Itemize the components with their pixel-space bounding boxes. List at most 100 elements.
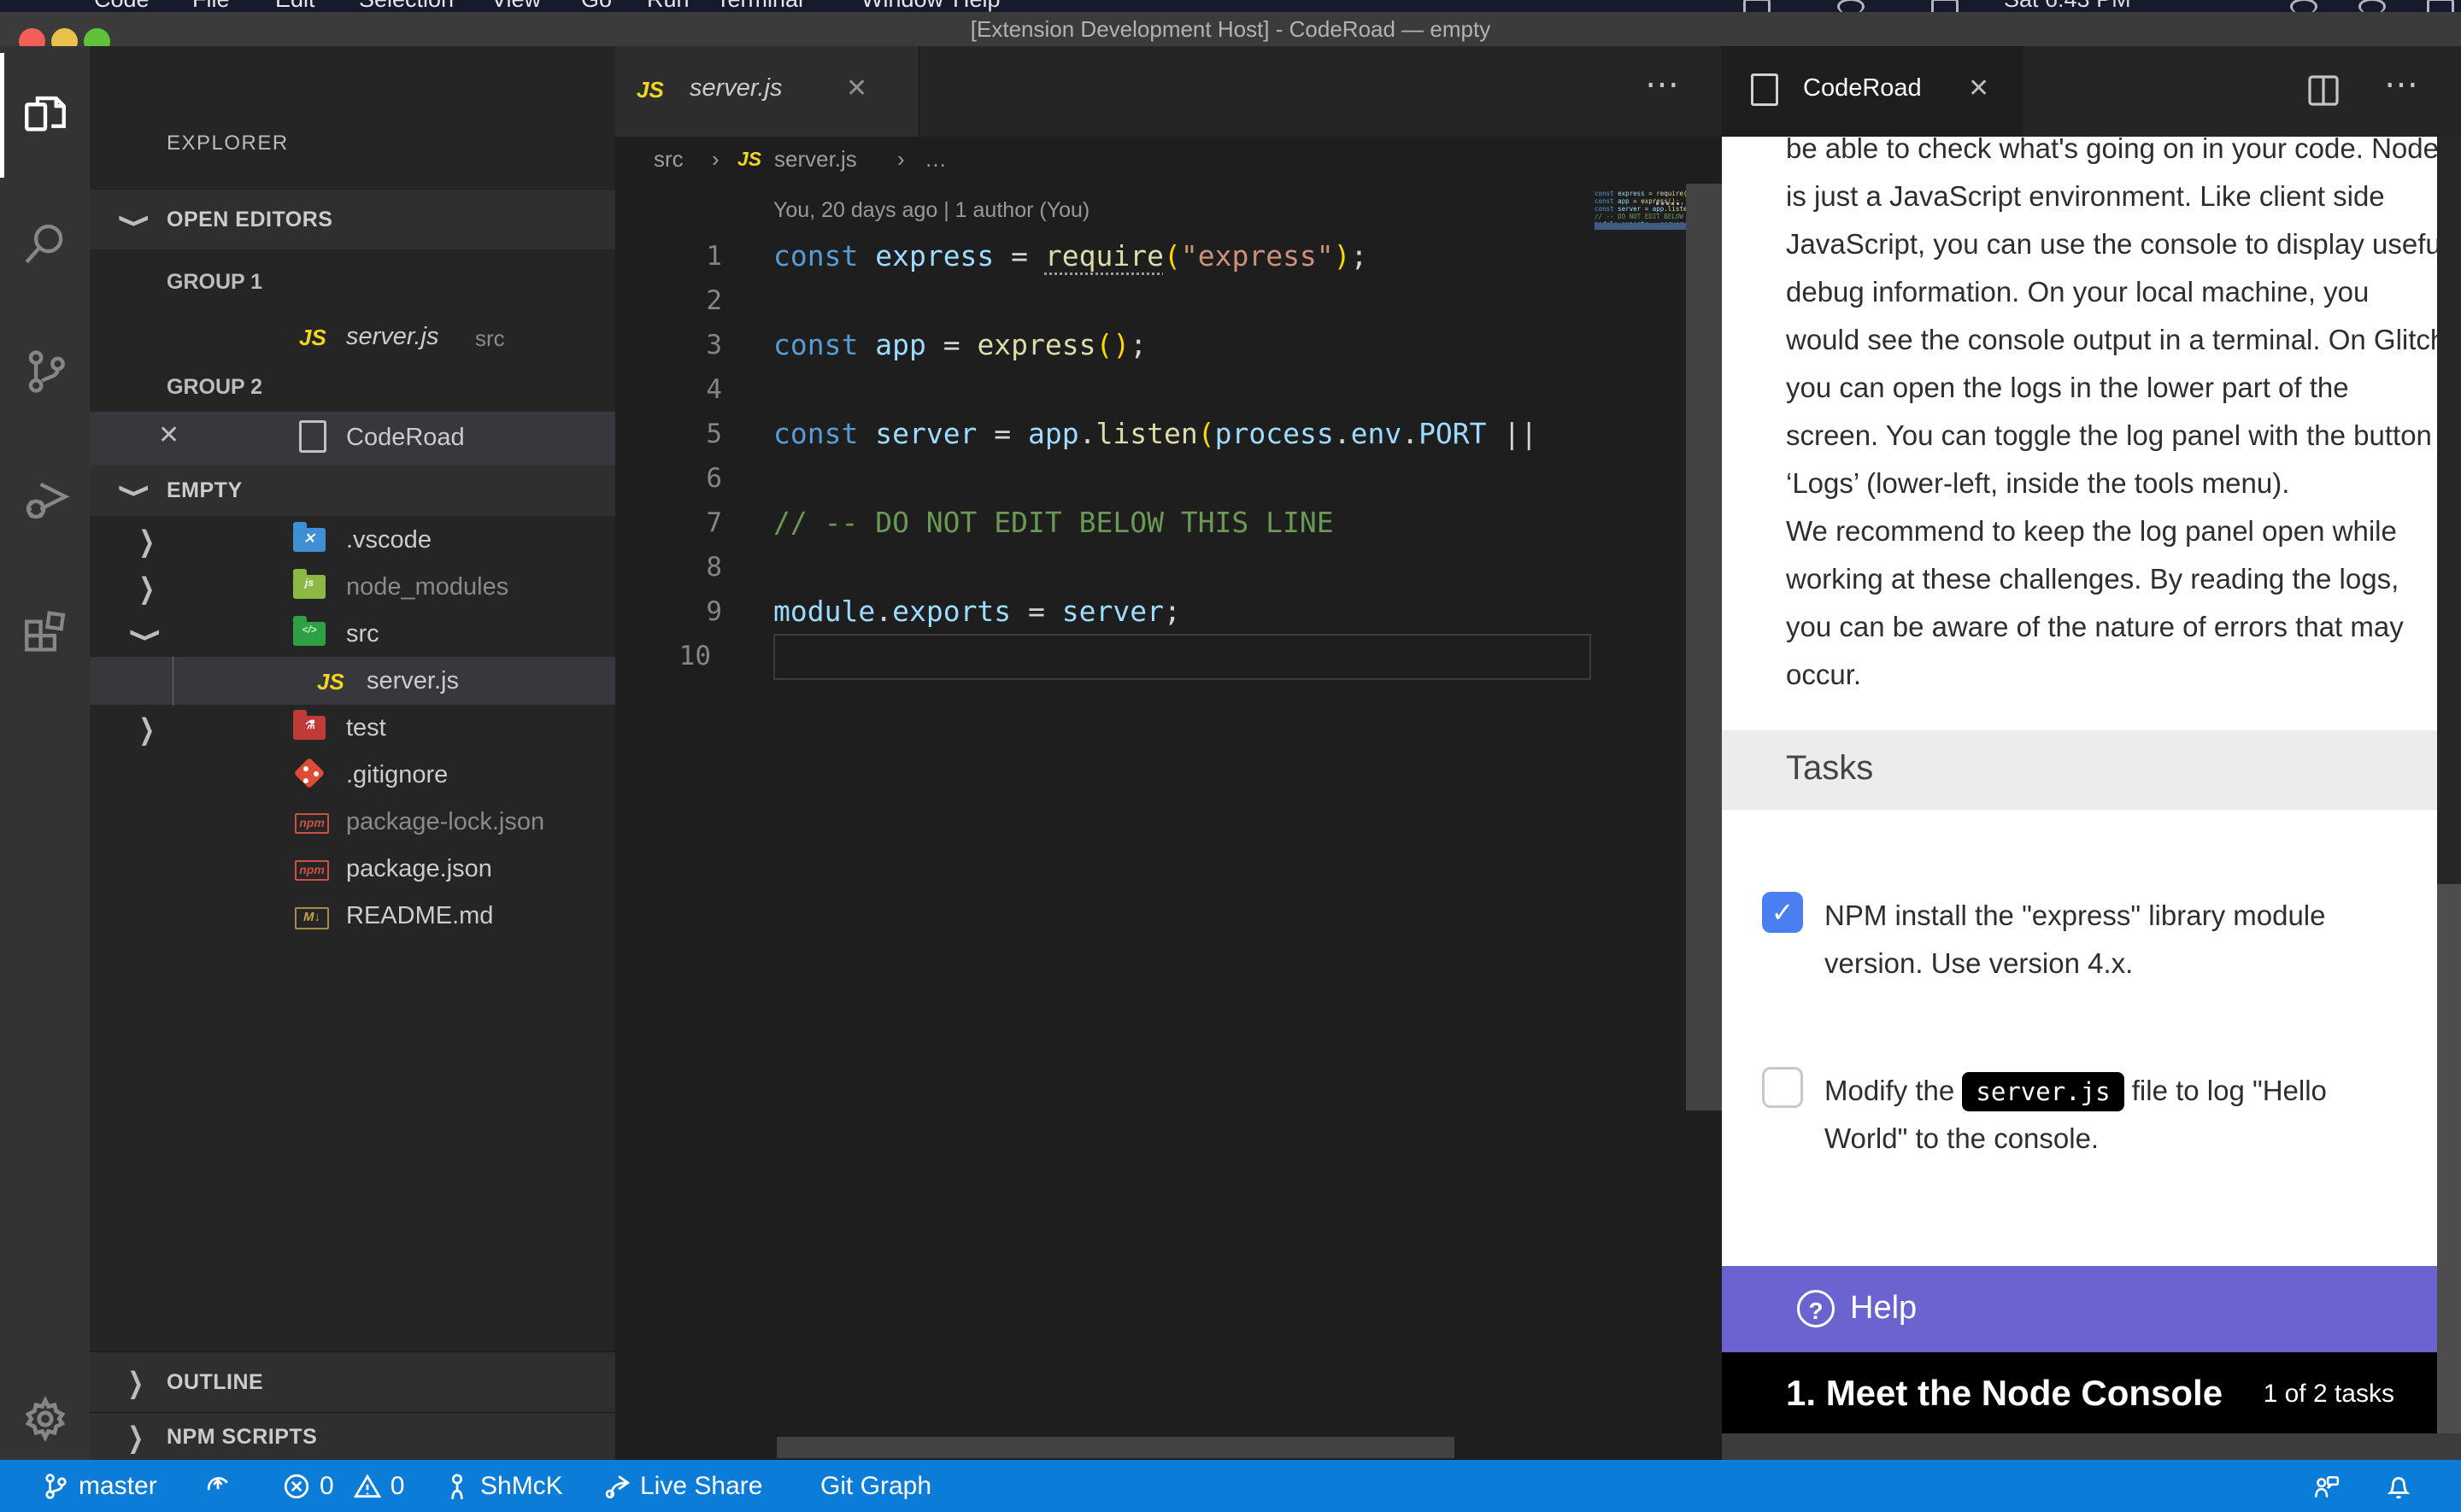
titlebar: [Extension Development Host] - CodeRoad … <box>0 12 2461 47</box>
tree-item-test[interactable]: ❯ ⚗ test <box>90 704 615 752</box>
notifications-bell-icon[interactable] <box>2384 1460 2413 1512</box>
open-editor-coderoad[interactable]: ✕ CodeRoad <box>90 412 615 465</box>
chevron-right-icon: ❯ <box>127 1366 144 1400</box>
node-modules-folder-icon: js <box>293 571 327 601</box>
codelens-annotation[interactable]: You, 20 days ago | 1 author (You) <box>773 198 1090 223</box>
task2-text: Modify the server.js file to log "Hello <box>1824 1067 2437 1115</box>
current-line-highlight <box>773 634 1591 680</box>
git-icon <box>295 759 329 788</box>
task2-checkbox[interactable] <box>1762 1067 1803 1108</box>
more-actions-icon[interactable]: ⋯ <box>1645 65 1679 104</box>
macos-menubar: Code File Edit Selection View Go Run Ter… <box>0 0 2461 12</box>
search-icon[interactable] <box>21 219 70 268</box>
tree-item-serverjs[interactable]: JS server.js <box>90 657 615 705</box>
editor-horizontal-scrollbar[interactable] <box>777 1437 1454 1458</box>
window-title: [Extension Development Host] - CodeRoad … <box>0 12 2461 46</box>
tree-item-src[interactable]: ❯ </> src <box>90 610 615 658</box>
coderoad-webview: be able to check what's going on in your… <box>1722 137 2437 1433</box>
menu-selection[interactable]: Selection <box>359 0 454 12</box>
explorer-icon[interactable] <box>21 91 70 140</box>
menu-window[interactable]: Window <box>861 0 943 12</box>
spotlight-icon[interactable] <box>2290 0 2317 12</box>
menu-code[interactable]: Code <box>94 0 150 12</box>
live-share-item[interactable]: Live Share <box>602 1460 762 1512</box>
tutorial-text: you can open the logs in the lower part … <box>1786 364 2410 412</box>
task1-checkbox[interactable]: ✓ <box>1762 892 1803 933</box>
tree-item-readme[interactable]: M↓ README.md <box>90 892 615 940</box>
feedback-icon[interactable] <box>2311 1460 2341 1512</box>
editor-group2-label: GROUP 2 <box>167 375 262 400</box>
git-graph-item[interactable]: Git Graph <box>820 1460 931 1512</box>
open-editor-serverjs[interactable]: JS server.js src <box>90 313 615 360</box>
src-folder-icon: </> <box>293 618 327 648</box>
chevron-down-icon: ❯ <box>130 627 164 643</box>
tree-item-gitignore[interactable]: .gitignore <box>90 751 615 799</box>
tasks-section-header: Tasks <box>1722 730 2437 810</box>
menubar-status-icon <box>1931 0 1959 12</box>
chevron-right-icon: ❯ <box>138 712 155 747</box>
editor-tabbar: JS server.js ✕ ⋯ <box>615 46 1722 137</box>
test-folder-icon: ⚗ <box>293 712 327 741</box>
split-editor-icon[interactable] <box>2303 70 2344 115</box>
panel-footer-strip <box>1722 1433 2461 1460</box>
menubar-status-icon <box>1837 0 1865 12</box>
menu-edit[interactable]: Edit <box>275 0 315 12</box>
chevron-down-icon: ❯ <box>119 213 153 229</box>
extensions-icon[interactable] <box>21 603 70 653</box>
chevron-right-icon: ❯ <box>127 1421 144 1455</box>
tutorial-text: working at these challenges. By reading … <box>1786 555 2410 603</box>
git-branch-item[interactable]: master <box>41 1460 157 1512</box>
run-debug-icon[interactable] <box>21 475 70 525</box>
close-icon[interactable]: ✕ <box>846 73 867 103</box>
user-item[interactable]: ShMcK <box>443 1460 563 1512</box>
close-icon[interactable]: ✕ <box>1968 73 1989 103</box>
tree-item-node-modules[interactable]: ❯ js node_modules <box>90 563 615 611</box>
workspace-section-header[interactable]: ❯ EMPTY <box>90 465 615 516</box>
control-center-icon[interactable] <box>2427 0 2454 12</box>
menu-view[interactable]: View <box>491 0 541 12</box>
markdown-icon: M↓ <box>293 900 327 929</box>
more-actions-icon[interactable]: ⋯ <box>2384 65 2418 104</box>
js-file-icon: JS <box>299 325 326 351</box>
tutorial-text: screen. You can toggle the log panel wit… <box>1786 412 2410 460</box>
editor-vertical-scrollbar[interactable] <box>1686 184 1722 1111</box>
activity-bar <box>0 46 90 1460</box>
js-file-icon: JS <box>737 148 761 171</box>
chevron-right-icon: › <box>897 146 905 173</box>
tab-serverjs[interactable]: JS server.js ✕ <box>615 46 919 137</box>
vscode-folder-icon: ⨯ <box>293 525 327 554</box>
breadcrumb[interactable]: src › JS server.js › … <box>615 137 1722 184</box>
webview-scrollbar-thumb[interactable] <box>2437 884 2461 1433</box>
vscode-window: Code File Edit Selection View Go Run Ter… <box>0 0 2461 1512</box>
minimap[interactable]: const express = require("express"); cons… <box>1595 184 1686 243</box>
menu-run[interactable]: Run <box>647 0 690 12</box>
sync-icon[interactable] <box>203 1460 232 1512</box>
menu-help[interactable]: Help <box>953 0 1001 12</box>
siri-icon[interactable] <box>2358 0 2386 12</box>
js-file-icon: JS <box>637 77 664 103</box>
npm-icon: npm <box>293 853 327 882</box>
errors-item[interactable]: 0 0 <box>282 1460 404 1512</box>
menu-terminal[interactable]: Terminal <box>716 0 803 12</box>
source-control-icon[interactable] <box>21 347 70 396</box>
npm-scripts-section-header[interactable]: ❯ NPM SCRIPTS <box>90 1412 615 1460</box>
tree-item-package-lock[interactable]: npm package-lock.json <box>90 798 615 846</box>
lesson-bar[interactable]: 1. Meet the Node Console 1 of 2 tasks <box>1722 1352 2437 1433</box>
tutorial-text: would see the console output in a termin… <box>1786 316 2410 364</box>
close-icon[interactable]: ✕ <box>158 420 179 450</box>
help-bar[interactable]: ? Help <box>1722 1266 2437 1352</box>
menubar-status-icon <box>1743 0 1771 12</box>
tab-coderoad[interactable]: CodeRoad ✕ <box>1722 46 2023 137</box>
settings-gear-icon[interactable] <box>21 1394 70 1444</box>
tree-item-vscode[interactable]: ❯ ⨯ .vscode <box>90 516 615 564</box>
menu-go[interactable]: Go <box>581 0 612 12</box>
menu-file[interactable]: File <box>192 0 230 12</box>
active-view-indicator <box>0 53 4 178</box>
open-editors-header[interactable]: ❯ OPEN EDITORS <box>90 190 615 249</box>
outline-section-header[interactable]: ❯ OUTLINE <box>90 1351 615 1412</box>
lesson-title: 1. Meet the Node Console <box>1786 1373 2223 1414</box>
webview-scrollbar[interactable] <box>2437 137 2461 1433</box>
editor-group1-label: GROUP 1 <box>167 270 262 295</box>
tree-item-package-json[interactable]: npm package.json <box>90 845 615 893</box>
tutorial-text: is just a JavaScript environment. Like c… <box>1786 173 2410 220</box>
